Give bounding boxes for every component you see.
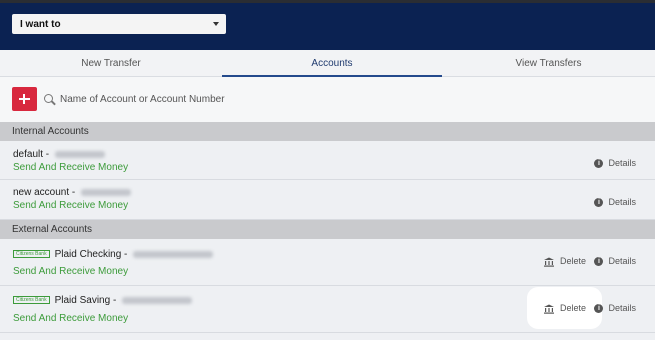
masked-account-number	[54, 150, 105, 158]
account-name: Citizens Bank Plaid Checking -	[13, 249, 214, 260]
send-receive-link[interactable]: Send And Receive Money	[13, 266, 128, 277]
search-icon	[44, 94, 53, 103]
tab-view-transfers[interactable]: View Transfers	[442, 50, 655, 77]
bank-delete-icon	[544, 304, 554, 314]
masked-account-number	[133, 250, 214, 258]
account-name: default -	[13, 149, 105, 160]
account-row: new account - Send And Receive Money i De…	[0, 180, 655, 220]
window-edge	[0, 0, 655, 3]
send-receive-link[interactable]: Send And Receive Money	[13, 313, 128, 324]
i-want-to-label: I want to	[20, 19, 61, 30]
details-button[interactable]: i Details	[594, 158, 636, 169]
account-name: new account -	[13, 187, 132, 198]
details-button[interactable]: i Details	[594, 256, 636, 267]
account-row: Citizens Bank Plaid Saving - Send And Rec…	[0, 286, 655, 333]
bank-logo: Citizens Bank	[13, 250, 50, 259]
delete-button[interactable]: Delete	[543, 303, 586, 314]
details-button[interactable]: i Details	[594, 197, 636, 208]
send-receive-link[interactable]: Send And Receive Money	[13, 162, 128, 173]
masked-account-number	[122, 296, 193, 304]
account-row: Citizens Bank Plaid Checking - Send And R…	[0, 239, 655, 286]
i-want-to-select[interactable]: I want to	[12, 14, 226, 34]
account-row: default - Send And Receive Money i Detail…	[0, 141, 655, 180]
info-icon: i	[594, 304, 604, 314]
search-row	[0, 77, 655, 122]
internal-accounts-header: Internal Accounts	[0, 122, 655, 141]
masked-account-number	[81, 188, 132, 196]
external-accounts-header: External Accounts	[0, 220, 655, 239]
top-header: I want to	[0, 0, 655, 50]
search-input[interactable]	[60, 90, 580, 108]
tab-accounts[interactable]: Accounts	[222, 50, 442, 77]
delete-button[interactable]: Delete	[543, 256, 586, 267]
tab-bar: New Transfer Accounts View Transfers	[0, 50, 655, 77]
add-account-button[interactable]	[12, 87, 37, 111]
bank-logo: Citizens Bank	[13, 296, 50, 305]
tab-new-transfer[interactable]: New Transfer	[0, 50, 222, 77]
send-receive-link[interactable]: Send And Receive Money	[13, 200, 128, 211]
account-name: Citizens Bank Plaid Saving -	[13, 295, 193, 306]
caret-down-icon	[213, 22, 219, 26]
info-icon: i	[594, 257, 604, 267]
details-button[interactable]: i Details	[594, 303, 636, 314]
bank-delete-icon	[544, 257, 554, 267]
info-icon: i	[594, 159, 604, 169]
info-icon: i	[594, 198, 604, 208]
